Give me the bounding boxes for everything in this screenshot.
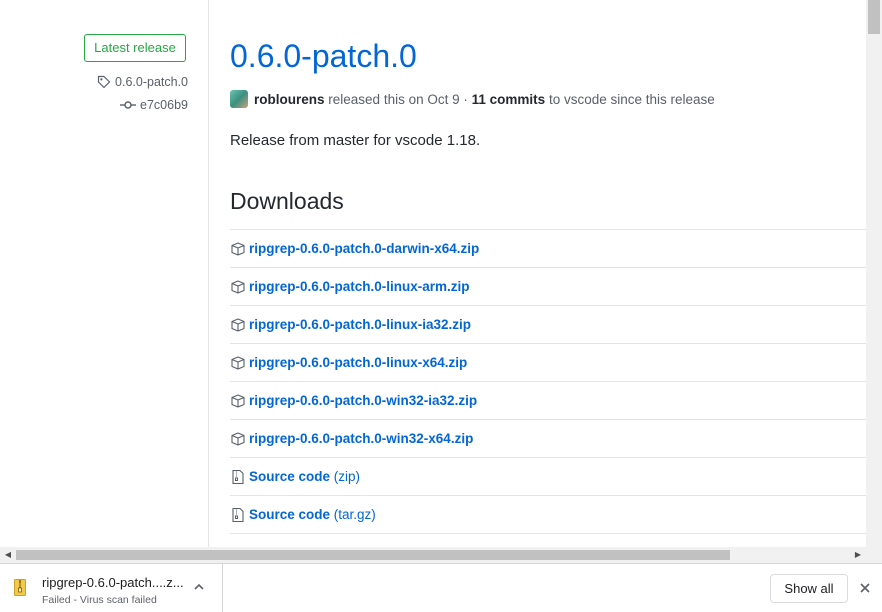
tag-icon (97, 75, 111, 89)
package-icon (231, 355, 245, 370)
download-shelf: ripgrep-0.6.0-patch....z... Failed - Vir… (0, 563, 882, 612)
tag-label: 0.6.0-patch.0 (115, 75, 188, 89)
horizontal-scroll-thumb[interactable] (16, 550, 730, 560)
commits-tail: to vscode since this release (548, 91, 715, 107)
asset-row: ripgrep-0.6.0-patch.0-win32-ia32.zip (230, 382, 866, 420)
vertical-scrollbar[interactable] (866, 0, 882, 547)
package-icon (231, 241, 245, 256)
latest-release-badge[interactable]: Latest release (84, 34, 186, 62)
vertical-scroll-thumb[interactable] (868, 0, 880, 34)
scrollbar-corner (866, 547, 882, 563)
release-sidebar: Latest release 0.6.0-patch.0 e7c06b9 (0, 0, 209, 547)
download-item[interactable]: ripgrep-0.6.0-patch....z... Failed - Vir… (0, 564, 223, 612)
release-tag[interactable]: 0.6.0-patch.0 (97, 75, 188, 89)
file-zip-icon (232, 469, 244, 484)
avatar[interactable] (230, 90, 248, 108)
show-all-button[interactable]: Show all (770, 574, 848, 603)
zip-file-icon (14, 579, 26, 596)
file-zip-icon (232, 507, 244, 522)
release-commit[interactable]: e7c06b9 (120, 98, 188, 112)
downloads-heading: Downloads (230, 188, 344, 214)
asset-link[interactable]: ripgrep-0.6.0-patch.0-linux-x64.zip (249, 355, 467, 370)
package-icon (231, 393, 245, 408)
asset-link[interactable]: ripgrep-0.6.0-patch.0-linux-arm.zip (249, 279, 470, 294)
package-icon (231, 317, 245, 332)
chevron-up-icon[interactable] (190, 578, 208, 596)
asset-list: ripgrep-0.6.0-patch.0-darwin-x64.zip rip… (230, 229, 866, 534)
close-icon[interactable] (855, 578, 875, 598)
author-link[interactable]: roblourens (254, 92, 325, 107)
source-zip-link[interactable]: Source code (zip) (249, 469, 360, 484)
release-title[interactable]: 0.6.0-patch.0 (230, 38, 417, 75)
asset-row: ripgrep-0.6.0-patch.0-darwin-x64.zip (230, 230, 866, 268)
scroll-right-icon[interactable]: ▶ (850, 547, 866, 563)
commits-link[interactable]: 11 commits (472, 92, 546, 107)
release-byline: roblourens released this on Oct 9 · 11 c… (230, 89, 715, 109)
asset-row: ripgrep-0.6.0-patch.0-linux-arm.zip (230, 268, 866, 306)
scroll-left-icon[interactable]: ◀ (0, 547, 16, 563)
asset-link[interactable]: ripgrep-0.6.0-patch.0-win32-ia32.zip (249, 393, 477, 408)
asset-row: ripgrep-0.6.0-patch.0-linux-x64.zip (230, 344, 866, 382)
source-targz-link[interactable]: Source code (tar.gz) (249, 507, 376, 522)
package-icon (231, 431, 245, 446)
released-text: released this on Oct 9 · (328, 91, 468, 107)
commit-icon (120, 101, 137, 109)
source-row: Source code (zip) (230, 458, 866, 496)
asset-link[interactable]: ripgrep-0.6.0-patch.0-linux-ia32.zip (249, 317, 471, 332)
asset-row: ripgrep-0.6.0-patch.0-linux-ia32.zip (230, 306, 866, 344)
download-filename: ripgrep-0.6.0-patch....z... (42, 575, 184, 590)
asset-link[interactable]: ripgrep-0.6.0-patch.0-win32-x64.zip (249, 431, 473, 446)
release-body: Release from master for vscode 1.18. (230, 132, 481, 149)
asset-link[interactable]: ripgrep-0.6.0-patch.0-darwin-x64.zip (249, 241, 479, 256)
horizontal-scrollbar[interactable]: ◀ ▶ (0, 547, 866, 563)
download-status: Failed - Virus scan failed (42, 594, 157, 606)
commit-sha: e7c06b9 (140, 98, 188, 112)
package-icon (231, 279, 245, 294)
asset-row: ripgrep-0.6.0-patch.0-win32-x64.zip (230, 420, 866, 458)
source-row: Source code (tar.gz) (230, 496, 866, 534)
